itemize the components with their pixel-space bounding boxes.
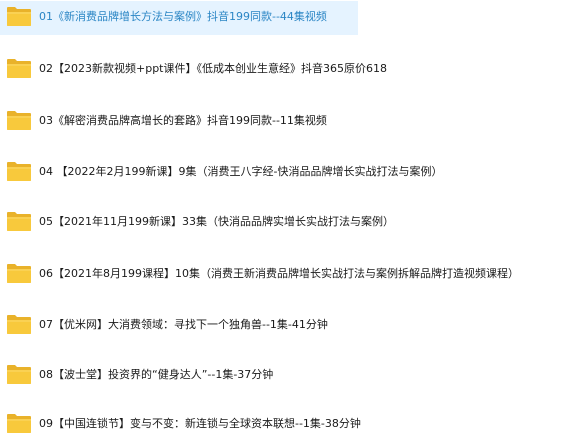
folder-icon bbox=[6, 312, 32, 336]
folder-item-04[interactable]: 04 【2022年2月199新课】9集（消费王八字经-快消品品牌增长实战打法与案… bbox=[0, 156, 579, 190]
folder-icon bbox=[6, 362, 32, 386]
folder-list: 01《新消费品牌增长方法与案例》抖音199同款--44集视频 02【2023新款… bbox=[0, 0, 579, 446]
folder-item-01[interactable]: 01《新消费品牌增长方法与案例》抖音199同款--44集视频 bbox=[0, 1, 358, 35]
folder-name: 07【优米网】大消费领域：寻找下一个独角兽--1集-41分钟 bbox=[39, 318, 328, 331]
folder-icon bbox=[6, 4, 32, 28]
folder-item-05[interactable]: 05【2021年11月199新课】33集（快消品品牌实增长实战打法与案例） bbox=[0, 206, 579, 240]
folder-name: 05【2021年11月199新课】33集（快消品品牌实增长实战打法与案例） bbox=[39, 215, 394, 228]
folder-icon bbox=[6, 411, 32, 435]
folder-icon bbox=[6, 261, 32, 285]
folder-icon bbox=[6, 159, 32, 183]
folder-name: 09【中国连锁节】变与不变：新连锁与全球资本联想--1集-38分钟 bbox=[39, 417, 361, 430]
folder-item-03[interactable]: 03《解密消费品牌高增长的套路》抖音199同款--11集视频 bbox=[0, 105, 579, 139]
folder-item-09[interactable]: 09【中国连锁节】变与不变：新连锁与全球资本联想--1集-38分钟 bbox=[0, 408, 579, 442]
folder-name: 08【波士堂】投资界的“健身达人”--1集-37分钟 bbox=[39, 368, 274, 381]
folder-item-07[interactable]: 07【优米网】大消费领域：寻找下一个独角兽--1集-41分钟 bbox=[0, 309, 579, 343]
folder-item-06[interactable]: 06【2021年8月199课程】10集（消费王新消费品牌增长实战打法与案例拆解品… bbox=[0, 258, 579, 292]
folder-icon bbox=[6, 56, 32, 80]
folder-icon bbox=[6, 108, 32, 132]
folder-name: 06【2021年8月199课程】10集（消费王新消费品牌增长实战打法与案例拆解品… bbox=[39, 267, 519, 280]
folder-icon bbox=[6, 209, 32, 233]
folder-name: 04 【2022年2月199新课】9集（消费王八字经-快消品品牌增长实战打法与案… bbox=[39, 165, 443, 178]
folder-item-08[interactable]: 08【波士堂】投资界的“健身达人”--1集-37分钟 bbox=[0, 359, 579, 393]
folder-item-02[interactable]: 02【2023新款视频+ppt课件】《低成本创业生意经》抖音365原价618 bbox=[0, 53, 579, 87]
folder-name: 03《解密消费品牌高增长的套路》抖音199同款--11集视频 bbox=[39, 114, 327, 127]
folder-name: 01《新消费品牌增长方法与案例》抖音199同款--44集视频 bbox=[39, 10, 327, 23]
folder-name: 02【2023新款视频+ppt课件】《低成本创业生意经》抖音365原价618 bbox=[39, 62, 387, 75]
